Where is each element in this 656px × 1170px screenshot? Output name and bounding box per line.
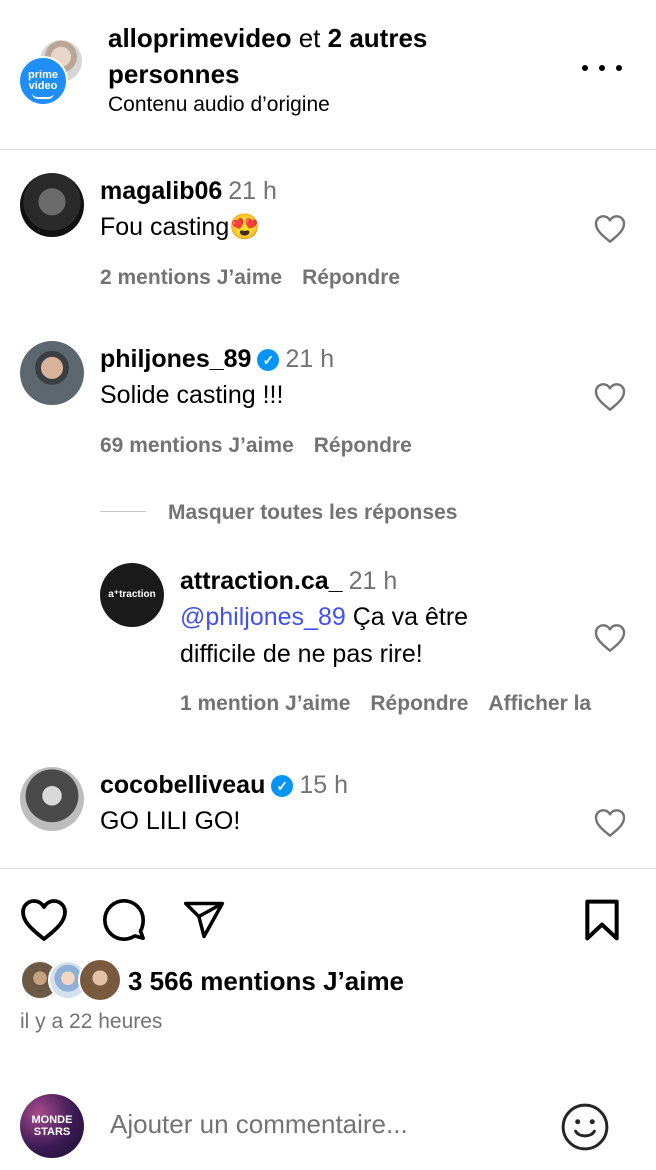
header-title[interactable]: alloprimevideo et 2 autres personnes xyxy=(108,20,548,92)
thread-line xyxy=(100,511,146,512)
reply-time: 21 h xyxy=(348,567,398,595)
header-user[interactable]: alloprimevideo xyxy=(108,23,292,53)
brand-bottom-label: video xyxy=(28,80,58,92)
reply-button[interactable]: Répondre xyxy=(370,692,468,715)
more-horizontal-icon[interactable] xyxy=(582,56,622,80)
comment-username[interactable]: cocobelliveau xyxy=(100,771,265,799)
comment-time: 21 h xyxy=(285,345,335,373)
post-header: prime video alloprimevideo et 2 autres p… xyxy=(0,0,656,150)
header-avatar-stack[interactable]: prime video xyxy=(18,36,88,108)
heart-icon[interactable] xyxy=(594,382,626,412)
comment-icon[interactable] xyxy=(100,897,148,943)
comment-avatar[interactable] xyxy=(20,173,84,237)
comment-username[interactable]: philjones_89 xyxy=(100,345,251,373)
reply-text: @philjones_89 Ça va être difficile de ne… xyxy=(180,599,540,673)
reply-item: a⁺traction attraction.ca_ 21 h @philjones… xyxy=(0,551,656,741)
hide-replies-button[interactable]: Masquer toutes les réponses xyxy=(168,498,457,528)
smiley-icon[interactable] xyxy=(560,1102,610,1152)
show-translation-button[interactable]: Afficher la xyxy=(488,692,591,715)
comment-avatar[interactable] xyxy=(20,767,84,831)
reply-avatar[interactable]: a⁺traction xyxy=(100,563,164,627)
mention-link[interactable]: @philjones_89 xyxy=(180,603,346,631)
heart-icon[interactable] xyxy=(594,808,626,838)
likes-count[interactable]: 3 566 mentions J’aime xyxy=(128,964,404,998)
heart-icon[interactable] xyxy=(594,214,626,244)
comment-likes-count[interactable]: 69 mentions J’aime xyxy=(100,434,294,457)
prime-video-avatar: prime video xyxy=(18,56,68,106)
liker-avatar xyxy=(78,958,122,1002)
comment-item: magalib06 21 h Fou casting😍 2 mentions J’… xyxy=(0,151,656,311)
comment-likes-count[interactable]: 2 mentions J’aime xyxy=(100,266,282,289)
post-timestamp: il y a 22 heures xyxy=(20,1010,163,1033)
verified-badge-icon: ✓ xyxy=(257,349,280,371)
header-connector: et xyxy=(291,23,328,53)
comment-input[interactable] xyxy=(110,1109,530,1140)
paper-plane-icon[interactable] xyxy=(180,898,228,942)
verified-badge-icon: ✓ xyxy=(271,775,294,797)
heart-icon[interactable] xyxy=(594,623,626,653)
avatar-label: STARS xyxy=(33,1126,71,1138)
comment-item: philjones_89 ✓ 21 h Solide casting !!! 69 … xyxy=(0,319,656,479)
comment-username[interactable]: magalib06 xyxy=(100,177,222,205)
current-user-avatar[interactable]: MONDE STARS xyxy=(20,1094,84,1158)
comments-list: magalib06 21 h Fou casting😍 2 mentions J’… xyxy=(0,151,656,867)
heart-icon[interactable] xyxy=(20,898,68,942)
reply-username[interactable]: attraction.ca_ xyxy=(180,567,343,595)
reply-likes-count[interactable]: 1 mention J’aime xyxy=(180,692,350,715)
divider xyxy=(0,868,656,869)
comment-text: Solide casting !!! xyxy=(100,381,284,409)
comment-time: 21 h xyxy=(228,177,277,205)
prime-smile-icon xyxy=(32,93,54,99)
audio-label[interactable]: Contenu audio d’origine xyxy=(108,90,330,120)
comment-avatar[interactable] xyxy=(20,341,84,405)
comment-item: cocobelliveau ✓ 15 h GO LILI GO! xyxy=(0,745,656,867)
avatar-label: MONDE xyxy=(31,1114,73,1126)
reply-button[interactable]: Répondre xyxy=(314,434,412,457)
comment-text: GO LILI GO! xyxy=(100,807,241,835)
comment-text: Fou casting😍 xyxy=(100,213,261,241)
comment-time: 15 h xyxy=(299,771,349,799)
reply-button[interactable]: Répondre xyxy=(302,266,400,289)
bookmark-icon[interactable] xyxy=(582,898,622,942)
